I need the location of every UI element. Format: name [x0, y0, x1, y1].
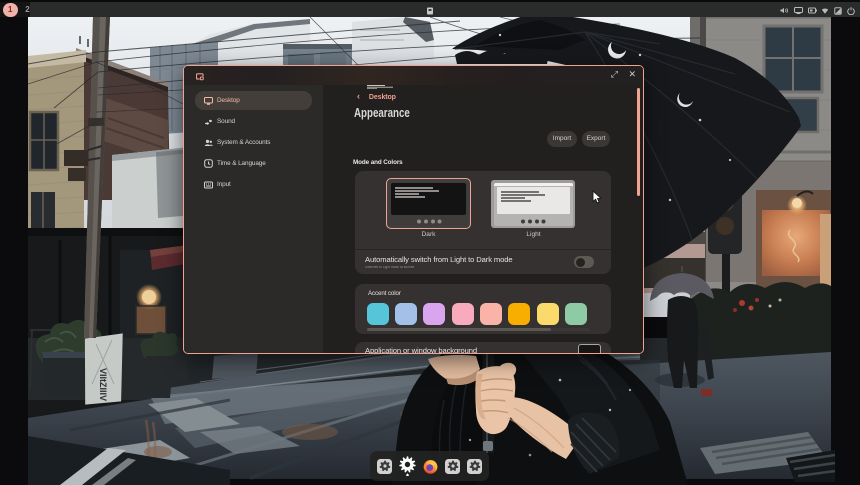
svg-text:VIItZIIIV: VIItZIIIV: [98, 368, 108, 401]
